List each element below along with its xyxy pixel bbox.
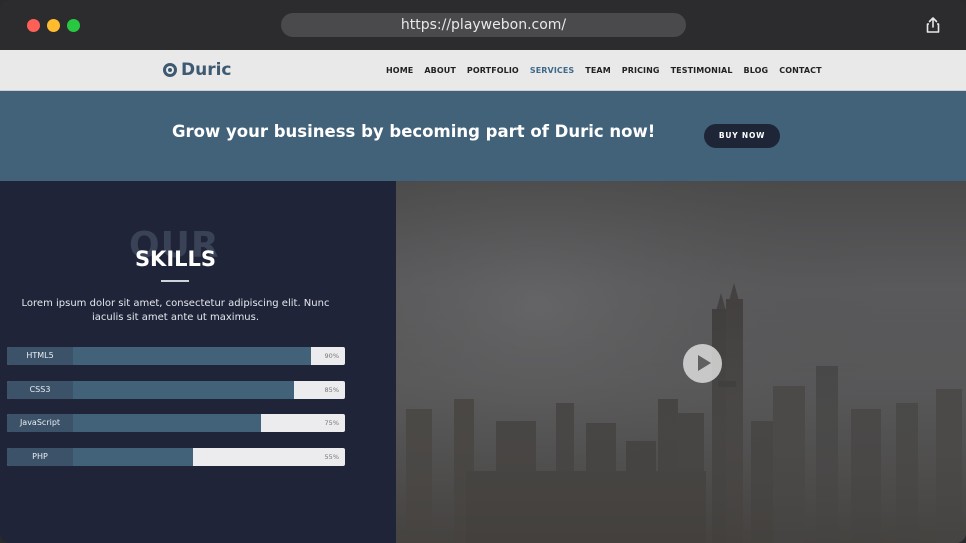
nav-item-contact[interactable]: CONTACT: [779, 66, 821, 75]
cta-banner: Grow your business by becoming part of D…: [0, 91, 966, 181]
skill-bar-fill: [73, 381, 295, 399]
section-description: Lorem ipsum dolor sit amet, consectetur …: [21, 298, 330, 323]
logo-icon: [163, 63, 177, 77]
nav-item-home[interactable]: HOME: [386, 66, 413, 75]
logo-text: Duric: [181, 60, 232, 80]
site-header: Duric HOME ABOUT PORTFOLIO SERVICES TEAM…: [0, 50, 966, 91]
video-background[interactable]: [396, 181, 966, 543]
play-icon[interactable]: [683, 344, 722, 383]
nav-item-blog[interactable]: BLOG: [744, 66, 769, 75]
website: Duric HOME ABOUT PORTFOLIO SERVICES TEAM…: [0, 50, 966, 543]
title-underline: [161, 280, 189, 282]
share-icon[interactable]: [924, 16, 942, 34]
skills-section: OUR SKILLS Lorem ipsum dolor sit amet, c…: [0, 181, 396, 543]
skill-bar-css3: CSS3 85%: [7, 381, 345, 399]
close-window-button[interactable]: [27, 19, 40, 32]
banner-headline: Grow your business by becoming part of D…: [172, 122, 656, 141]
nav-item-team[interactable]: TEAM: [585, 66, 610, 75]
skill-bar-fill: [73, 448, 193, 466]
address-bar[interactable]: https://playwebon.com/: [281, 13, 686, 37]
nav-item-pricing[interactable]: PRICING: [622, 66, 660, 75]
skill-label: HTML5: [7, 347, 73, 365]
city-skyline-image: [396, 181, 966, 543]
skill-bar-javascript: JavaScript 75%: [7, 414, 345, 432]
skill-percent: 55%: [324, 453, 339, 461]
skill-label: CSS3: [7, 381, 73, 399]
skill-bar-html5: HTML5 90%: [7, 347, 345, 365]
site-logo[interactable]: Duric: [163, 59, 232, 81]
nav-item-portfolio[interactable]: PORTFOLIO: [467, 66, 519, 75]
maximize-window-button[interactable]: [67, 19, 80, 32]
skill-label: JavaScript: [7, 414, 73, 432]
nav-item-testimonial[interactable]: TESTIMONIAL: [671, 66, 733, 75]
skill-bar-php: PHP 55%: [7, 448, 345, 466]
skill-bar-fill: [73, 347, 312, 365]
section-title: SKILLS: [134, 247, 217, 271]
skill-label: PHP: [7, 448, 73, 466]
main-nav: HOME ABOUT PORTFOLIO SERVICES TEAM PRICI…: [386, 50, 833, 90]
minimize-window-button[interactable]: [47, 19, 60, 32]
skill-percent: 90%: [324, 352, 339, 360]
browser-toolbar: https://playwebon.com/: [0, 0, 966, 50]
skill-bar-fill: [73, 414, 261, 432]
skill-percent: 85%: [324, 386, 339, 394]
nav-item-about[interactable]: ABOUT: [424, 66, 456, 75]
browser-window: https://playwebon.com/ Duric HOME ABOUT …: [0, 0, 966, 543]
nav-item-services[interactable]: SERVICES: [530, 66, 574, 75]
buy-now-button[interactable]: BUY NOW: [704, 124, 780, 148]
skill-percent: 75%: [324, 419, 339, 427]
